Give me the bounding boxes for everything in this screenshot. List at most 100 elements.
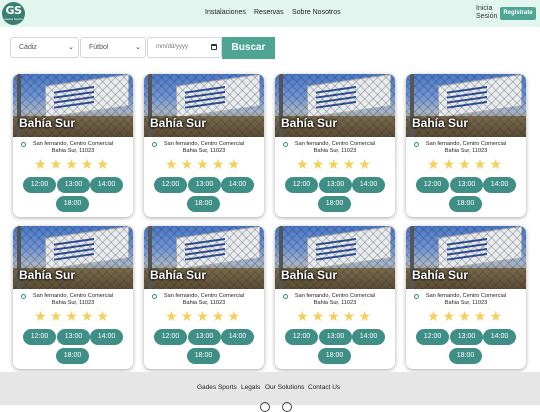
address-line-2: Bahia Sur, 11023 (51, 148, 95, 154)
facility-card[interactable]: Bahía Sur San fernando, Centro Comercial B… (406, 226, 526, 369)
gades-sports-logo[interactable]: GS Gades Sports (2, 2, 25, 25)
time-slot-button[interactable]: 13:00 (188, 177, 221, 193)
chevron-down-icon: ⌄ (135, 44, 141, 51)
register-button[interactable]: Regístrate (500, 7, 536, 20)
facility-photo: Bahía Sur (13, 74, 133, 137)
login-link[interactable]: Inicia Sesión (476, 5, 497, 21)
facility-card[interactable]: Bahía Sur San fernando, Centro Comercial B… (13, 226, 133, 369)
facility-card[interactable]: Bahía Sur San fernando, Centro Comercial B… (144, 74, 264, 217)
time-slot-button[interactable]: 12:00 (285, 329, 318, 345)
city-select-value: Cádiz (19, 44, 37, 51)
time-slot-button[interactable]: 14:00 (90, 177, 123, 193)
star-rating: ★★★★★ (296, 308, 374, 324)
facility-photo: Bahía Sur (275, 74, 395, 137)
time-slot-button[interactable]: 18:00 (318, 196, 351, 212)
facility-photo: Bahía Sur (144, 74, 264, 137)
time-slot-button[interactable]: 12:00 (23, 329, 56, 345)
facility-name: Bahía Sur (150, 116, 207, 130)
login-label-line1: Inicia (476, 5, 493, 12)
time-slot-button[interactable]: 18:00 (56, 348, 89, 364)
address-line-2: Bahia Sur, 11023 (182, 300, 226, 306)
facility-card[interactable]: Bahía Sur San fernando, Centro Comercial B… (406, 74, 526, 217)
time-slot-button[interactable]: 12:00 (285, 177, 318, 193)
time-slot-button[interactable]: 13:00 (450, 177, 483, 193)
city-select[interactable]: Cádiz ⌄ (10, 37, 79, 58)
login-label-line2: Sesión (476, 13, 498, 20)
time-slot-button[interactable]: 14:00 (352, 329, 385, 345)
address-line-1: San fernando, Centro Comercial (425, 141, 507, 147)
time-slot-button[interactable]: 13:00 (57, 177, 90, 193)
logo-subtitle: Gades Sports (4, 17, 23, 21)
time-slot-button[interactable]: 18:00 (187, 348, 220, 364)
star-rating: ★★★★★ (34, 308, 112, 324)
address-line-2: Bahia Sur, 11023 (444, 148, 488, 154)
time-slot-button[interactable]: 18:00 (449, 348, 482, 364)
date-input-placeholder: mm/dd/yyyy (156, 44, 189, 50)
footer-link-contact-us[interactable]: Contact Us (308, 384, 340, 391)
facility-card[interactable]: Bahía Sur San fernando, Centro Comercial B… (275, 74, 395, 217)
time-slot-button[interactable]: 13:00 (57, 329, 90, 345)
footer-link-gades-sports[interactable]: Gades Sports (197, 384, 237, 391)
time-slot-button[interactable]: 12:00 (154, 329, 187, 345)
facility-photo: Bahía Sur (13, 226, 133, 289)
time-slot-button[interactable]: 13:00 (450, 329, 483, 345)
time-slot-button[interactable]: 12:00 (416, 329, 449, 345)
footer: Gades Sports Legals Our Solutions Contac… (0, 372, 540, 412)
facility-card[interactable]: Bahía Sur San fernando, Centro Comercial B… (13, 74, 133, 217)
address-line-2: Bahia Sur, 11023 (313, 148, 357, 154)
search-button[interactable]: Buscar (222, 37, 275, 59)
facility-photo: Bahía Sur (406, 226, 526, 289)
facility-card[interactable]: Bahía Sur San fernando, Centro Comercial B… (144, 226, 264, 369)
address-line-2: Bahia Sur, 11023 (182, 148, 226, 154)
time-slot-button[interactable]: 14:00 (483, 177, 516, 193)
facility-name: Bahía Sur (150, 268, 207, 282)
nav-sobre-nosotros[interactable]: Sobre Nosotros (292, 9, 341, 16)
time-slot-button[interactable]: 18:00 (56, 196, 89, 212)
facility-address: San fernando, Centro Comercial Bahia Sur,… (144, 293, 264, 307)
time-slot-button[interactable]: 14:00 (90, 329, 123, 345)
address-line-1: San fernando, Centro Comercial (163, 293, 245, 299)
facility-name: Bahía Sur (412, 116, 469, 130)
instagram-icon[interactable] (260, 402, 270, 412)
facility-name: Bahía Sur (281, 116, 338, 130)
time-slot-button[interactable]: 13:00 (319, 329, 352, 345)
address-line-1: San fernando, Centro Comercial (32, 293, 114, 299)
time-slot-button[interactable]: 14:00 (352, 177, 385, 193)
address-line-1: San fernando, Centro Comercial (425, 293, 507, 299)
time-slot-button[interactable]: 12:00 (416, 177, 449, 193)
footer-link-legals[interactable]: Legals (241, 384, 260, 391)
star-rating: ★★★★★ (34, 156, 112, 172)
time-slot-button[interactable]: 14:00 (221, 177, 254, 193)
date-input[interactable]: mm/dd/yyyy (147, 37, 222, 58)
time-slot-button[interactable]: 14:00 (483, 329, 516, 345)
time-slot-button[interactable]: 18:00 (318, 348, 351, 364)
facebook-icon[interactable] (282, 402, 292, 412)
time-slot-button[interactable]: 18:00 (187, 196, 220, 212)
star-rating: ★★★★★ (427, 308, 505, 324)
address-line-1: San fernando, Centro Comercial (163, 141, 245, 147)
star-rating: ★★★★★ (296, 156, 374, 172)
facility-address: San fernando, Centro Comercial Bahia Sur,… (13, 293, 133, 307)
time-slot-button[interactable]: 12:00 (154, 177, 187, 193)
time-slot-button[interactable]: 14:00 (221, 329, 254, 345)
facility-address: San fernando, Centro Comercial Bahia Sur,… (275, 293, 395, 307)
facility-name: Bahía Sur (281, 268, 338, 282)
footer-link-our-solutions[interactable]: Our Solutions (265, 384, 304, 391)
facility-photo: Bahía Sur (406, 74, 526, 137)
facility-address: San fernando, Centro Comercial Bahia Sur,… (275, 141, 395, 155)
facility-card[interactable]: Bahía Sur San fernando, Centro Comercial B… (275, 226, 395, 369)
address-line-2: Bahia Sur, 11023 (51, 300, 95, 306)
facility-name: Bahía Sur (19, 116, 76, 130)
time-slot-button[interactable]: 18:00 (449, 196, 482, 212)
time-slot-button[interactable]: 12:00 (23, 177, 56, 193)
facility-address: San fernando, Centro Comercial Bahia Sur,… (406, 293, 526, 307)
nav-reservas[interactable]: Reservas (254, 9, 284, 16)
sport-select[interactable]: Fútbol ⌄ (80, 37, 146, 58)
time-slot-button[interactable]: 13:00 (319, 177, 352, 193)
star-rating: ★★★★★ (165, 308, 243, 324)
time-slot-button[interactable]: 13:00 (188, 329, 221, 345)
star-rating: ★★★★★ (427, 156, 505, 172)
address-line-1: San fernando, Centro Comercial (294, 141, 376, 147)
calendar-icon[interactable] (211, 44, 217, 50)
nav-instalaciones[interactable]: Instalaciones (205, 9, 246, 16)
